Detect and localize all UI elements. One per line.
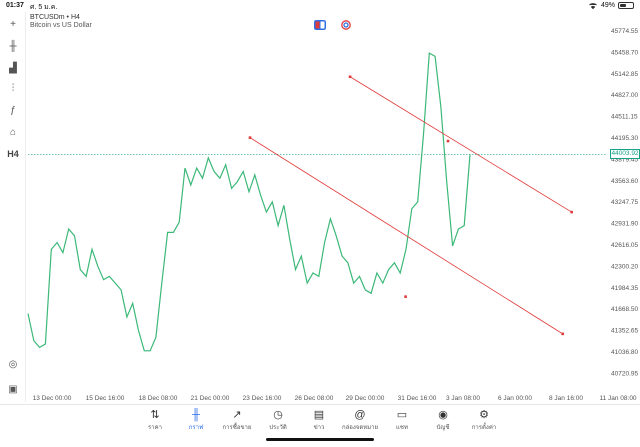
nav-account[interactable]: ◉ บัญชี — [421, 408, 465, 438]
battery-icon — [618, 2, 634, 9]
status-time: 01:37 — [6, 2, 24, 9]
home-indicator[interactable] — [266, 438, 374, 441]
depth-of-market-icon[interactable] — [340, 20, 352, 30]
nav-label: ข่าว — [313, 425, 325, 431]
time-axis-label: 26 Dec 08:00 — [295, 395, 334, 402]
price-axis-label: 42616.05 — [611, 242, 638, 249]
price-series-line — [27, 52, 471, 352]
trendline-handle[interactable] — [348, 75, 352, 79]
quotes-icon: ⇅ — [150, 409, 160, 421]
time-axis-label: 8 Jan 16:00 — [549, 395, 583, 402]
account-icon: ◉ — [438, 409, 448, 421]
price-axis-label: 44827.00 — [611, 92, 638, 99]
time-axis-label: 21 Dec 00:00 — [191, 395, 230, 402]
one-click-trading-icon[interactable] — [314, 20, 326, 30]
nav-label: บัญชี — [436, 425, 450, 431]
price-chart[interactable]: 45774.55 45458.70 45142.85 44827.00 44511.15… — [0, 0, 640, 447]
nav-label: แชท — [396, 425, 408, 431]
price-axis-label: 42300.20 — [611, 263, 638, 270]
bar-chart-icon[interactable]: ▟ — [5, 60, 21, 76]
price-axis-label: 41668.50 — [611, 306, 638, 313]
nav-chart[interactable]: ╫ กราฟ — [174, 408, 218, 438]
time-axis-label: 31 Dec 16:00 — [398, 395, 437, 402]
time-axis-label: 11 Jan 08:00 — [599, 395, 636, 402]
nav-quotes[interactable]: ⇅ ราคา — [133, 408, 177, 438]
candlestick-icon[interactable]: ╫ — [5, 38, 21, 54]
nav-news[interactable]: ▤ ข่าว — [297, 408, 341, 438]
layers-icon[interactable]: ▣ — [5, 381, 21, 397]
mailbox-icon: @ — [354, 409, 366, 421]
nav-mailbox[interactable]: @ กล่องจดหมาย — [338, 408, 382, 438]
price-axis-label: 43563.60 — [611, 178, 638, 185]
trendline-handle[interactable] — [248, 136, 252, 139]
settings-icon: ⚙ — [479, 409, 489, 421]
symbol-description: Bitcoin vs US Dollar — [30, 22, 92, 29]
nav-label: การตั้งค่า — [471, 425, 497, 431]
price-axis-label: 43247.75 — [611, 199, 638, 206]
price-axis-label: 44511.15 — [611, 114, 638, 121]
nav-chat[interactable]: ▭ แชท — [380, 408, 424, 438]
nav-trade[interactable]: ↗ การซื้อขาย — [215, 408, 259, 438]
wifi-icon — [589, 3, 597, 9]
symbol-name: BTCUSDm • H4 — [30, 14, 80, 21]
price-axis-label: 42931.90 — [611, 221, 638, 228]
trendline[interactable] — [349, 76, 572, 213]
time-axis-label: 15 Dec 16:00 — [86, 395, 125, 402]
trendline-handle[interactable] — [570, 210, 573, 214]
trendline-handle[interactable] — [404, 295, 407, 298]
nav-label: กล่องจดหมาย — [341, 425, 379, 431]
battery-percent: 49% — [600, 2, 615, 9]
function-icon[interactable]: ƒ — [5, 102, 21, 118]
trendline-handle[interactable] — [561, 332, 565, 336]
nav-history[interactable]: ◷ ประวัติ — [256, 408, 300, 438]
timeframe-button[interactable]: H4 — [5, 146, 21, 162]
time-axis-label: 13 Dec 00:00 — [33, 395, 72, 402]
price-axis-label: 41984.35 — [611, 285, 638, 292]
status-bar: 01:37 ศ. 5 ม.ค. 49% — [0, 0, 640, 12]
time-axis-label: 6 Jan 00:00 — [498, 395, 532, 402]
nav-label: ราคา — [148, 425, 162, 431]
chat-icon: ▭ — [396, 409, 408, 421]
symbol-header[interactable]: BTCUSDm • H4 Bitcoin vs US Dollar — [30, 14, 92, 29]
nav-label: การซื้อขาย — [222, 425, 252, 431]
zoom-icon[interactable]: ◎ — [5, 356, 21, 372]
objects-icon[interactable]: ⌂ — [5, 124, 21, 140]
price-axis-label: 40720.95 — [611, 370, 638, 377]
price-axis-label: 45142.85 — [611, 71, 638, 78]
status-date: ศ. 5 ม.ค. — [30, 4, 58, 11]
nav-label: กราฟ — [188, 425, 204, 431]
current-price-label: 44003.92 — [610, 149, 640, 160]
time-axis-label: 23 Dec 16:00 — [243, 395, 282, 402]
price-axis-label: 44195.30 — [611, 135, 638, 142]
price-axis-label: 41352.65 — [611, 328, 638, 335]
news-icon: ▤ — [313, 409, 325, 421]
time-axis-label: 18 Dec 08:00 — [139, 395, 178, 402]
time-axis-label: 29 Dec 00:00 — [346, 395, 385, 402]
trendline[interactable] — [249, 137, 563, 335]
time-axis-label: 3 Jan 08:00 — [446, 395, 480, 402]
price-axis-label: 41036.80 — [611, 349, 638, 356]
nav-settings[interactable]: ⚙ การตั้งค่า — [462, 408, 506, 438]
indicators-icon[interactable]: ⫶ — [5, 80, 21, 96]
price-axis-label: 45458.70 — [611, 49, 638, 56]
nav-label: ประวัติ — [269, 425, 287, 431]
chart-icon: ╫ — [192, 409, 200, 421]
left-toolbar: + ╫ ▟ ⫶ ƒ ⌂ H4 ◎ ▣ — [0, 12, 26, 402]
history-icon: ◷ — [273, 409, 283, 421]
trendline-handle[interactable] — [446, 139, 450, 143]
trade-icon: ↗ — [232, 409, 242, 421]
mt5-chart-screen: 01:37 ศ. 5 ม.ค. 49% + ╫ ▟ ⫶ ƒ ⌂ H4 ◎ ▣ BTCUSDm •… — [0, 0, 640, 447]
crosshair-icon[interactable]: + — [5, 16, 21, 32]
price-axis-label: 45774.55 — [611, 28, 638, 35]
